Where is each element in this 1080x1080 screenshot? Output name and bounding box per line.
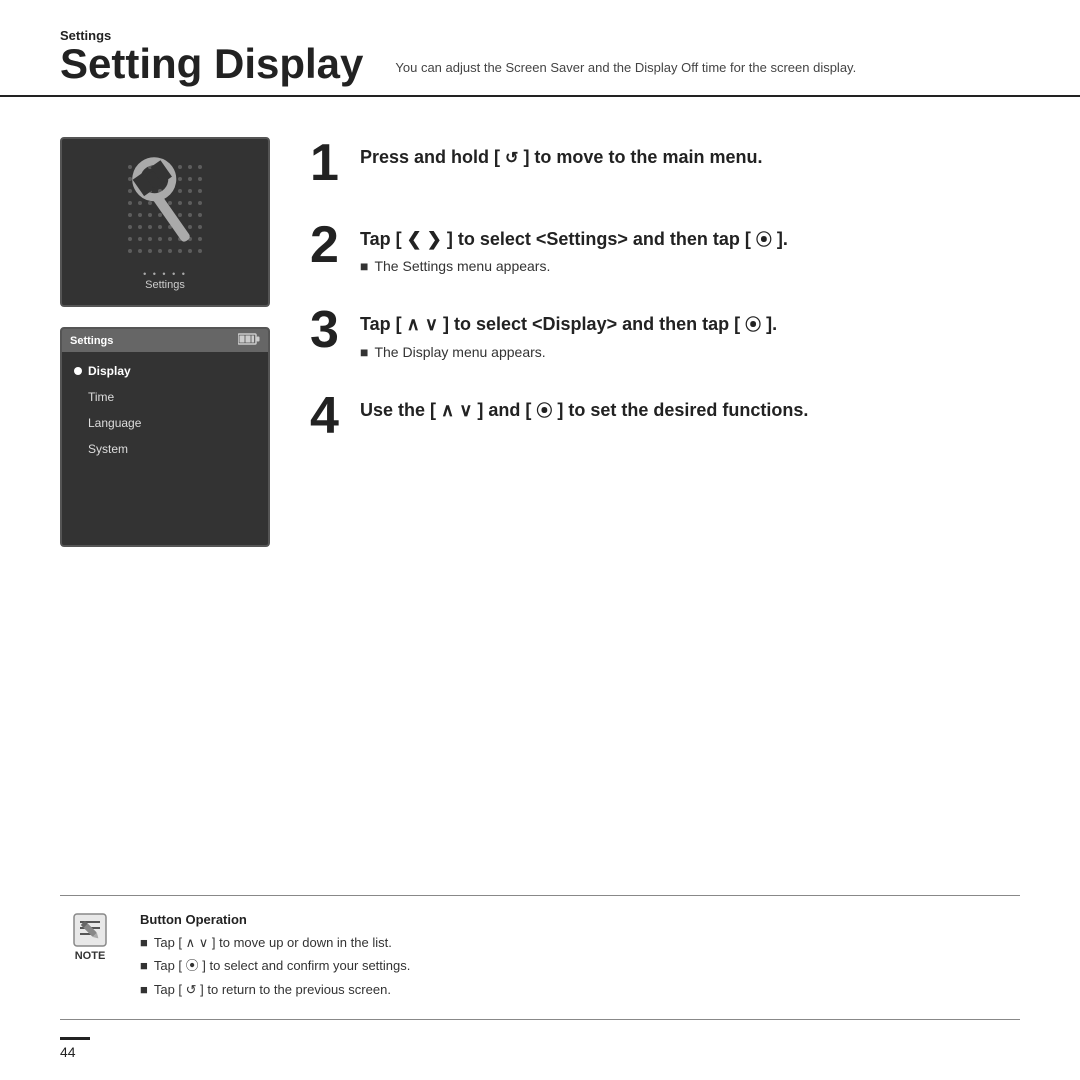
step-1-content: Press and hold [ ↺ ] to move to the main…: [360, 137, 762, 170]
step-1-number: 1: [310, 137, 360, 189]
page-number-line: [60, 1037, 90, 1040]
step-3: 3 Tap [ ∧ ∨ ] to select <Display> and th…: [310, 304, 1020, 359]
note-bullet-icon-1: ■: [140, 933, 148, 953]
screen-dots: • • • • •: [143, 269, 187, 279]
menu-item-language-label: Language: [74, 416, 141, 430]
step-2-note: ■ The Settings menu appears.: [360, 258, 788, 274]
note-bullet: ■: [360, 258, 368, 274]
step-3-content: Tap [ ∧ ∨ ] to select <Display> and then…: [360, 304, 777, 359]
step-2-note-text: The Settings menu appears.: [374, 258, 550, 274]
note-item-2: ■ Tap [ ⦿ ] to select and confirm your s…: [140, 956, 1020, 976]
active-dot: [74, 367, 82, 375]
screen-1-label: Settings: [143, 279, 187, 295]
menu-item-time-label: Time: [74, 390, 114, 404]
step-2: 2 Tap [ ❮ ❯ ] to select <Settings> and t…: [310, 219, 1020, 274]
step-1-title: Press and hold [ ↺ ] to move to the main…: [360, 145, 762, 170]
note-item-3-text: Tap [ ↺ ] to return to the previous scre…: [154, 980, 391, 1000]
header-left: Settings Setting Display: [60, 28, 363, 85]
page-number-area: 44: [60, 1037, 90, 1060]
note-bullet-icon-3: ■: [140, 980, 148, 1000]
page-header: Settings Setting Display You can adjust …: [0, 0, 1080, 97]
screen-1-label-area: • • • • • Settings: [143, 269, 187, 295]
step-2-content: Tap [ ❮ ❯ ] to select <Settings> and the…: [360, 219, 788, 274]
note-item-1: ■ Tap [ ∧ ∨ ] to move up or down in the …: [140, 933, 1020, 953]
left-column: • • • • • Settings Settings: [60, 137, 270, 547]
note-section: NOTE Button Operation ■ Tap [ ∧ ∨ ] to m…: [60, 895, 1020, 1021]
right-column: 1 Press and hold [ ↺ ] to move to the ma…: [310, 137, 1020, 547]
menu-item-time: Time: [62, 384, 268, 410]
note-bullet-2: ■: [360, 344, 368, 360]
battery-icon: [238, 333, 260, 348]
step-2-number: 2: [310, 219, 360, 271]
menu-title: Settings: [70, 335, 113, 347]
menu-item-system: System: [62, 436, 268, 462]
step-4-content: Use the [ ∧ ∨ ] and [ ⦿ ] to set the des…: [360, 390, 808, 423]
menu-item-language: Language: [62, 410, 268, 436]
note-content: Button Operation ■ Tap [ ∧ ∨ ] to move u…: [140, 912, 1020, 1004]
page-number: 44: [60, 1044, 76, 1060]
note-icon-area: NOTE: [60, 912, 120, 962]
page: Settings Setting Display You can adjust …: [0, 0, 1080, 1080]
note-pencil-icon: [72, 912, 108, 948]
step-3-note: ■ The Display menu appears.: [360, 344, 777, 360]
page-title: Setting Display: [60, 43, 363, 85]
note-item-1-text: Tap [ ∧ ∨ ] to move up or down in the li…: [154, 933, 392, 953]
note-bullet-icon-2: ■: [140, 956, 148, 976]
step-4: 4 Use the [ ∧ ∨ ] and [ ⦿ ] to set the d…: [310, 390, 1020, 442]
step-3-number: 3: [310, 304, 360, 356]
page-description: You can adjust the Screen Saver and the …: [395, 59, 856, 85]
main-content: • • • • • Settings Settings: [0, 97, 1080, 547]
step-4-number: 4: [310, 390, 360, 442]
note-item-2-text: Tap [ ⦿ ] to select and confirm your set…: [154, 956, 411, 976]
step-3-note-text: The Display menu appears.: [374, 344, 545, 360]
step-2-title: Tap [ ❮ ❯ ] to select <Settings> and the…: [360, 227, 788, 252]
device-screen-2: Settings Display: [60, 327, 270, 547]
wrench-icon: [120, 157, 210, 267]
device-screen-1: • • • • • Settings: [60, 137, 270, 307]
menu-items: Display Time Language System: [62, 352, 268, 468]
menu-header-bar: Settings: [62, 329, 268, 352]
step-1: 1 Press and hold [ ↺ ] to move to the ma…: [310, 137, 1020, 189]
menu-item-display: Display: [62, 358, 268, 384]
menu-item-system-label: System: [74, 442, 128, 456]
note-label: NOTE: [75, 950, 106, 962]
note-item-3: ■ Tap [ ↺ ] to return to the previous sc…: [140, 980, 1020, 1000]
menu-item-display-label: Display: [88, 364, 131, 378]
step-3-title: Tap [ ∧ ∨ ] to select <Display> and then…: [360, 312, 777, 337]
note-title: Button Operation: [140, 912, 1020, 927]
step-4-title: Use the [ ∧ ∨ ] and [ ⦿ ] to set the des…: [360, 398, 808, 423]
